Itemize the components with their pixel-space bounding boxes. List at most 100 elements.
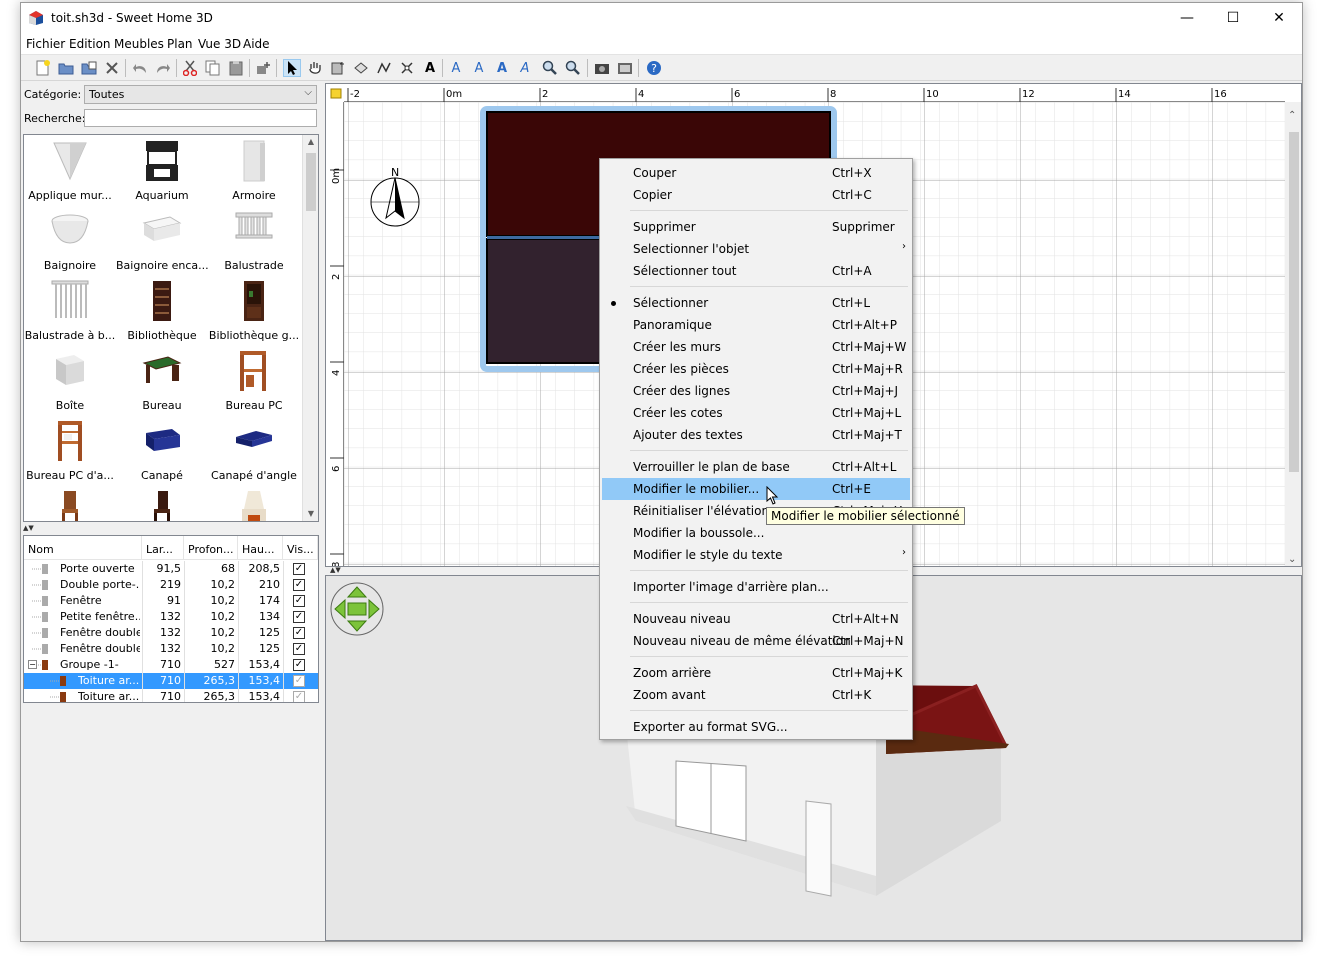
catalog-item[interactable]: Applique mur... [24, 137, 116, 207]
paste-icon[interactable] [227, 59, 245, 77]
catalog-item[interactable]: Balustrade [208, 207, 300, 277]
text-italic-icon[interactable]: A [516, 59, 534, 77]
select-mode-icon[interactable] [283, 59, 301, 77]
menu-item[interactable]: Exporter au format SVG... [602, 716, 910, 738]
column-header-visible[interactable]: Vis... [283, 536, 318, 560]
catalog-scrollbar[interactable]: ▲ ▼ [302, 135, 318, 521]
visible-checkbox[interactable]: ✓ [293, 675, 305, 687]
menu-item[interactable]: Créer des lignes Ctrl+Maj+J [602, 380, 910, 402]
table-row[interactable]: Fenêtre 91 10,2 174 ✓ [24, 593, 318, 609]
help-icon[interactable]: ? [645, 59, 663, 77]
create-video-icon[interactable] [616, 59, 634, 77]
catalog-item[interactable] [116, 487, 208, 521]
catalog-item[interactable]: Baignoire enca... [116, 207, 208, 277]
visible-checkbox[interactable]: ✓ [293, 563, 305, 575]
visible-checkbox[interactable]: ✓ [293, 691, 305, 702]
catalog-item[interactable]: Balustrade à b... [24, 277, 116, 347]
menu-item[interactable]: Importer l'image d'arrière plan... [602, 576, 910, 598]
catalog-item[interactable]: Canapé d'angle [208, 417, 300, 487]
undo-icon[interactable] [131, 59, 149, 77]
column-header-width[interactable]: Lar... [142, 536, 184, 560]
catalog-item[interactable]: Bureau [116, 347, 208, 417]
catalog-item[interactable]: Bibliothèque [116, 277, 208, 347]
text-style-2-icon[interactable]: A [470, 59, 488, 77]
title-bar[interactable]: toit.sh3d - Sweet Home 3D — ☐ ✕ [21, 3, 1302, 34]
menu-item[interactable]: Modifier la boussole... [602, 522, 910, 544]
splitter-handle[interactable]: ▲▼ [23, 524, 319, 532]
minimize-button[interactable]: — [1164, 3, 1210, 34]
create-photo-icon[interactable] [593, 59, 611, 77]
cut-icon[interactable] [181, 59, 199, 77]
menu-item[interactable]: Zoom avant Ctrl+K [602, 684, 910, 706]
preferences-icon[interactable] [103, 59, 121, 77]
menu-item[interactable]: Nouveau niveau de même élévation Ctrl+Maj… [602, 630, 910, 652]
table-row[interactable]: Petite fenêtre... 132 10,2 134 ✓ [24, 609, 318, 625]
menu-aide[interactable]: Aide [243, 37, 270, 51]
table-row[interactable]: Fenêtre double 132 10,2 125 ✓ [24, 625, 318, 641]
menu-item[interactable]: Copier Ctrl+C [602, 184, 910, 206]
catalog-item[interactable]: Bureau PC d'a... [24, 417, 116, 487]
menu-item[interactable]: Créer les cotes Ctrl+Maj+L [602, 402, 910, 424]
column-header-depth[interactable]: Profon... [184, 536, 238, 560]
catalog-item[interactable]: Aquarium [116, 137, 208, 207]
close-button[interactable]: ✕ [1256, 3, 1302, 34]
menu-edition[interactable]: Edition [69, 37, 111, 51]
menu-item[interactable]: Panoramique Ctrl+Alt+P [602, 314, 910, 336]
catalog-item[interactable]: Bibliothèque g... [208, 277, 300, 347]
menu-plan[interactable]: Plan [167, 37, 193, 51]
open-icon[interactable] [57, 59, 75, 77]
scroll-down-icon[interactable]: ▼ [303, 509, 318, 518]
table-row[interactable]: Fenêtre double 132 10,2 125 ✓ [24, 641, 318, 657]
create-polylines-icon[interactable] [375, 59, 393, 77]
menu-meubles[interactable]: Meubles [114, 37, 164, 51]
create-dimensions-icon[interactable] [398, 59, 416, 77]
menu-item[interactable]: Ajouter des textes Ctrl+Maj+T [602, 424, 910, 446]
menu-item[interactable]: Nouveau niveau Ctrl+Alt+N [602, 608, 910, 630]
visible-checkbox[interactable]: ✓ [293, 595, 305, 607]
new-file-icon[interactable] [34, 59, 52, 77]
catalog-item[interactable]: Canapé [116, 417, 208, 487]
catalog-item[interactable]: Armoire [208, 137, 300, 207]
scroll-up-icon[interactable]: ▲ [303, 137, 318, 146]
menu-item[interactable]: Supprimer Supprimer [602, 216, 910, 238]
catalog-item[interactable]: Boîte [24, 347, 116, 417]
catalog-item[interactable]: Bureau PC [208, 347, 300, 417]
save-icon[interactable] [80, 59, 98, 77]
menu-item[interactable]: Sélectionner tout Ctrl+A [602, 260, 910, 282]
visible-checkbox[interactable]: ✓ [293, 643, 305, 655]
menu-vue3d[interactable]: Vue 3D [198, 37, 241, 51]
column-header-height[interactable]: Hau... [238, 536, 283, 560]
menu-item[interactable]: Zoom arrière Ctrl+Maj+K [602, 662, 910, 684]
menu-item[interactable]: Selectionner l'objet › [602, 238, 910, 260]
pan-mode-icon[interactable] [306, 59, 324, 77]
category-select[interactable]: Toutes ⌵ [84, 85, 317, 104]
zoom-in-icon[interactable] [541, 59, 559, 77]
create-walls-icon[interactable] [329, 59, 347, 77]
search-input[interactable] [84, 109, 317, 127]
catalog-item[interactable] [24, 487, 116, 521]
catalog-item[interactable]: Baignoire [24, 207, 116, 277]
menu-item[interactable]: Sélectionner Ctrl+L [602, 292, 910, 314]
table-row[interactable]: Double porte-... 219 10,2 210 ✓ [24, 577, 318, 593]
maximize-button[interactable]: ☐ [1210, 3, 1256, 34]
menu-item[interactable]: Créer les pièces Ctrl+Maj+R [602, 358, 910, 380]
scrollbar-thumb[interactable] [306, 153, 316, 211]
table-row[interactable]: Toiture ar... 710 265,3 153,4 ✓ [24, 673, 318, 689]
menu-item[interactable]: Créer les murs Ctrl+Maj+W [602, 336, 910, 358]
table-row[interactable]: Toiture ar... 710 265,3 153,4 ✓ [24, 689, 318, 702]
menu-item[interactable]: Modifier le style du texte › [602, 544, 910, 566]
add-text-icon[interactable]: A [421, 59, 439, 77]
redo-icon[interactable] [154, 59, 172, 77]
visible-checkbox[interactable]: ✓ [293, 611, 305, 623]
collapse-group-icon[interactable]: − [28, 660, 37, 669]
menu-item[interactable]: Verrouiller le plan de base Ctrl+Alt+L [602, 456, 910, 478]
visible-checkbox[interactable]: ✓ [293, 627, 305, 639]
menu-item[interactable]: Modifier le mobilier... Ctrl+E [602, 478, 910, 500]
catalog-item[interactable] [208, 487, 300, 521]
visible-checkbox[interactable]: ✓ [293, 579, 305, 591]
table-row[interactable]: Porte ouverte 91,5 68 208,5 ✓ [24, 561, 318, 577]
create-rooms-icon[interactable] [352, 59, 370, 77]
text-bold-icon[interactable]: A [493, 59, 511, 77]
text-style-1-icon[interactable]: A [447, 59, 465, 77]
menu-item[interactable]: Couper Ctrl+X [602, 162, 910, 184]
